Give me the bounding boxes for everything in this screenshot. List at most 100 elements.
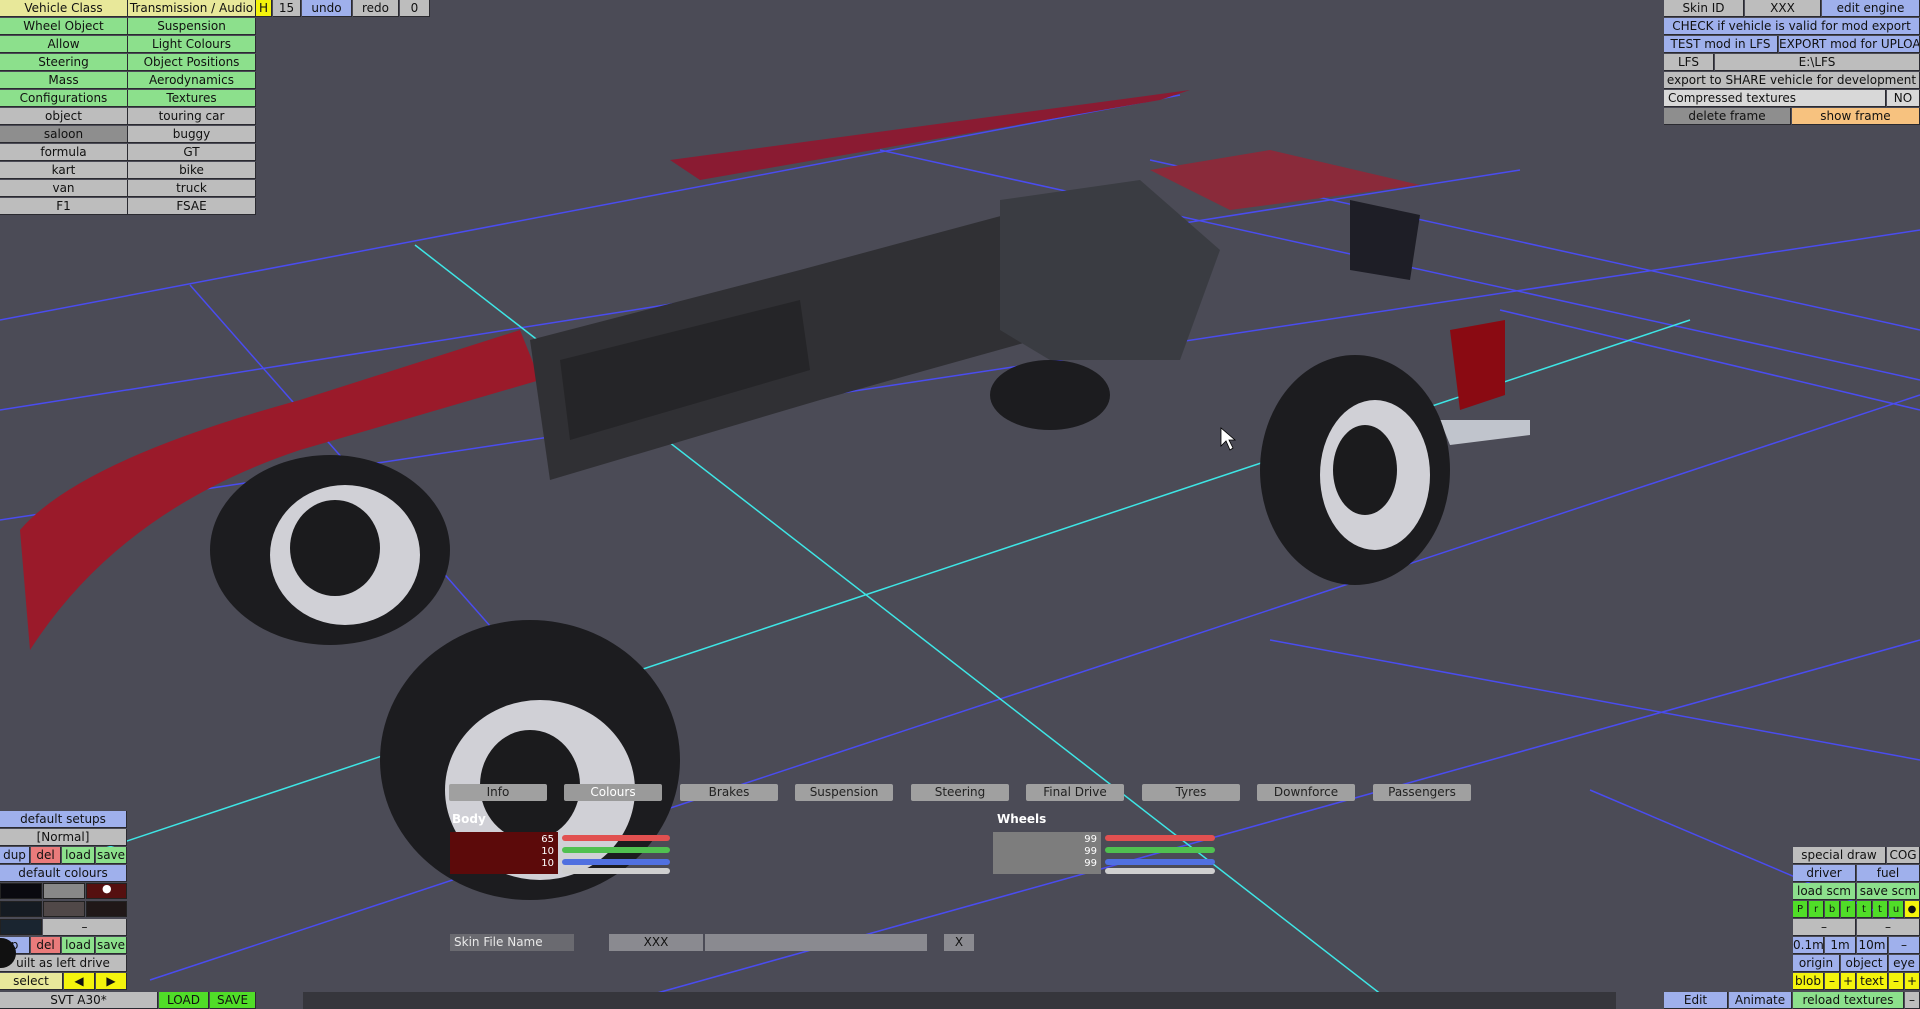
dot-icon[interactable]: ● bbox=[1905, 901, 1920, 918]
menu-aerodynamics[interactable]: Aerodynamics bbox=[128, 72, 256, 89]
cog-button[interactable]: COG bbox=[1887, 847, 1920, 864]
show-frame-button[interactable]: show frame bbox=[1792, 108, 1920, 125]
tab-colours[interactable]: Colours bbox=[564, 784, 662, 801]
class-truck[interactable]: truck bbox=[128, 180, 256, 197]
prev-arrow-icon[interactable]: ◀ bbox=[64, 973, 95, 990]
tab-steering[interactable]: Steering bbox=[911, 784, 1009, 801]
check-valid-button[interactable]: CHECK if vehicle is valid for mod export bbox=[1664, 18, 1920, 35]
body-alpha-slider[interactable] bbox=[562, 868, 670, 874]
wheels-red-slider[interactable] bbox=[1105, 835, 1215, 841]
menu-vehicle-class[interactable]: Vehicle Class bbox=[0, 0, 128, 17]
blob-button[interactable]: blob bbox=[1793, 973, 1824, 990]
text-plus[interactable]: + bbox=[1905, 973, 1920, 990]
menu-steering[interactable]: Steering bbox=[0, 54, 128, 71]
class-touring-car[interactable]: touring car bbox=[128, 108, 256, 125]
menu-textures[interactable]: Textures bbox=[128, 90, 256, 107]
lfs-path[interactable]: E:\LFS bbox=[1715, 54, 1920, 71]
setup-dup-button[interactable]: dup bbox=[0, 847, 30, 864]
menu-wheel-object[interactable]: Wheel Object bbox=[0, 18, 128, 35]
tab-tyres[interactable]: Tyres bbox=[1142, 784, 1240, 801]
built-left-drive-button[interactable]: uilt as left drive bbox=[0, 955, 127, 972]
body-blue-slider[interactable] bbox=[562, 859, 670, 865]
menu-mass[interactable]: Mass bbox=[0, 72, 128, 89]
tab-final-drive[interactable]: Final Drive bbox=[1026, 784, 1124, 801]
skin-file-value[interactable]: XXX bbox=[609, 934, 703, 951]
setup-load-button[interactable]: load bbox=[62, 847, 95, 864]
colour-save-button[interactable]: save bbox=[96, 937, 127, 954]
colour-swatch-3[interactable]: ● bbox=[86, 882, 127, 899]
menu-suspension[interactable]: Suspension bbox=[128, 18, 256, 35]
animate-mode-button[interactable]: Animate bbox=[1729, 992, 1792, 1009]
colour-dash[interactable]: – bbox=[43, 919, 127, 936]
tab-downforce[interactable]: Downforce bbox=[1257, 784, 1355, 801]
next-arrow-icon[interactable]: ▶ bbox=[96, 973, 127, 990]
r2-button[interactable]: r bbox=[1841, 901, 1856, 918]
default-setups-button[interactable]: default setups bbox=[0, 811, 127, 828]
colour-swatch-1[interactable] bbox=[0, 883, 42, 899]
wheels-blue-slider[interactable] bbox=[1105, 859, 1215, 865]
colour-load-button[interactable]: load bbox=[62, 937, 95, 954]
class-bike[interactable]: bike bbox=[128, 162, 256, 179]
body-green-slider[interactable] bbox=[562, 847, 670, 853]
setup-normal[interactable]: [Normal] bbox=[0, 829, 127, 846]
b-button[interactable]: b bbox=[1825, 901, 1840, 918]
colour-swatch-7[interactable] bbox=[0, 919, 42, 935]
redo-button[interactable]: redo bbox=[353, 0, 399, 17]
compressed-textures-toggle[interactable]: NO bbox=[1887, 90, 1920, 107]
special-draw-button[interactable]: special draw bbox=[1793, 847, 1886, 864]
export-share-button[interactable]: export to SHARE vehicle for development bbox=[1664, 72, 1920, 89]
step-number[interactable]: 15 bbox=[273, 0, 301, 17]
setup-save-button[interactable]: save bbox=[96, 847, 127, 864]
blob-minus[interactable]: – bbox=[1825, 973, 1840, 990]
menu-allow[interactable]: Allow bbox=[0, 36, 128, 53]
t2-button[interactable]: t bbox=[1873, 901, 1888, 918]
save-scm-button[interactable]: save scm bbox=[1857, 883, 1920, 900]
default-colours-button[interactable]: default colours bbox=[0, 865, 127, 882]
menu-configurations[interactable]: Configurations bbox=[0, 90, 128, 107]
class-buggy[interactable]: buggy bbox=[128, 126, 256, 143]
load-scm-button[interactable]: load scm bbox=[1793, 883, 1856, 900]
wheels-alpha-slider[interactable] bbox=[1105, 868, 1215, 874]
menu-transmission-audio[interactable]: Transmission / Audio bbox=[128, 0, 256, 17]
tab-passengers[interactable]: Passengers bbox=[1373, 784, 1471, 801]
3d-viewport[interactable] bbox=[0, 0, 1920, 1009]
t-button[interactable]: t bbox=[1857, 901, 1872, 918]
driver-button[interactable]: driver bbox=[1793, 865, 1856, 882]
undo-button[interactable]: undo bbox=[302, 0, 352, 17]
colour-swatch-2[interactable] bbox=[43, 883, 85, 899]
tab-info[interactable]: Info bbox=[449, 784, 547, 801]
origin-button[interactable]: origin bbox=[1793, 955, 1840, 972]
setup-del-button[interactable]: del bbox=[31, 847, 61, 864]
test-mod-button[interactable]: TEST mod in LFS bbox=[1664, 36, 1778, 53]
colour-swatch-6[interactable] bbox=[86, 901, 127, 917]
class-kart[interactable]: kart bbox=[0, 162, 128, 179]
colour-swatch-5[interactable] bbox=[43, 901, 85, 917]
class-saloon[interactable]: saloon bbox=[0, 126, 128, 143]
timeline-bar[interactable] bbox=[303, 992, 1616, 1009]
menu-light-colours[interactable]: Light Colours bbox=[128, 36, 256, 53]
skin-id-value[interactable]: XXX bbox=[1745, 0, 1821, 17]
wheels-green-slider[interactable] bbox=[1105, 847, 1215, 853]
u-button[interactable]: u bbox=[1889, 901, 1904, 918]
r-button[interactable]: r bbox=[1809, 901, 1824, 918]
select-button[interactable]: select bbox=[0, 973, 63, 990]
reload-minus[interactable]: – bbox=[1905, 992, 1920, 1009]
class-formula[interactable]: formula bbox=[0, 144, 128, 161]
reload-textures-button[interactable]: reload textures bbox=[1793, 992, 1904, 1009]
blob-plus[interactable]: + bbox=[1841, 973, 1856, 990]
class-f1[interactable]: F1 bbox=[0, 198, 128, 215]
class-gt[interactable]: GT bbox=[128, 144, 256, 161]
dash-button-2[interactable]: – bbox=[1857, 919, 1920, 936]
dash-button-1[interactable]: – bbox=[1793, 919, 1856, 936]
tab-brakes[interactable]: Brakes bbox=[680, 784, 778, 801]
eye-button[interactable]: eye bbox=[1889, 955, 1920, 972]
class-object[interactable]: object bbox=[0, 108, 128, 125]
scale-0-1m[interactable]: 0.1m bbox=[1793, 937, 1824, 954]
fuel-button[interactable]: fuel bbox=[1857, 865, 1920, 882]
scale-minus[interactable]: – bbox=[1889, 937, 1920, 954]
edit-engine-button[interactable]: edit engine bbox=[1822, 0, 1920, 17]
save-car-button[interactable]: SAVE bbox=[210, 992, 256, 1009]
delete-frame-button[interactable]: delete frame bbox=[1664, 108, 1791, 125]
scale-1m[interactable]: 1m bbox=[1825, 937, 1856, 954]
close-skin-button[interactable]: X bbox=[944, 934, 974, 951]
